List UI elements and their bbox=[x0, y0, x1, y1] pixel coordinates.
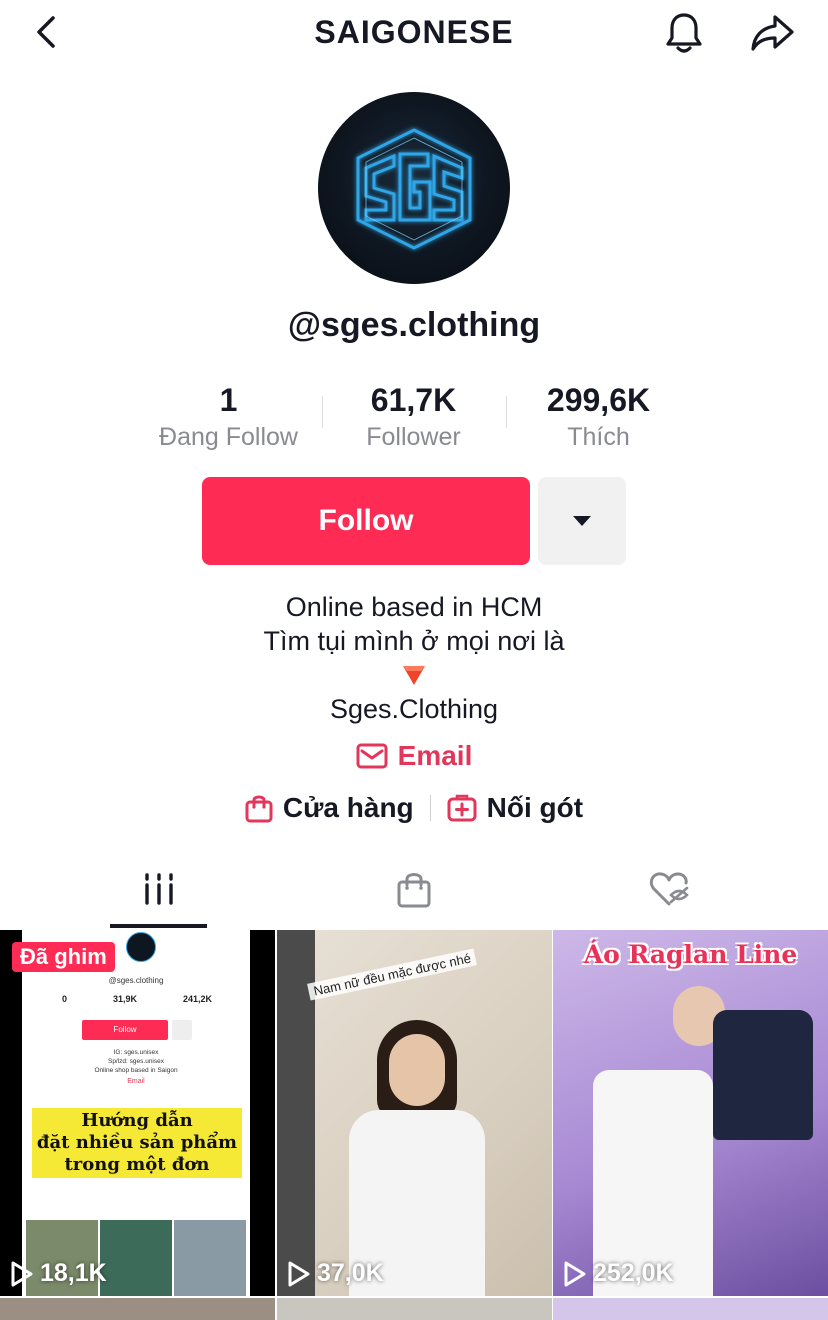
stat-value: 1 bbox=[219, 382, 238, 418]
stat-value: 299,6K bbox=[546, 382, 651, 418]
stat-label: Thích bbox=[567, 423, 630, 451]
link-divider bbox=[429, 795, 431, 821]
profile-username: @sges.clothing bbox=[287, 306, 541, 344]
inner-bio-line: Sp/lzd: sges.unisex bbox=[107, 1058, 164, 1065]
profile-tabs bbox=[0, 850, 828, 928]
caption-line: đặt nhiều sản phẩm bbox=[36, 1132, 238, 1153]
tab-shop[interactable] bbox=[276, 850, 552, 928]
view-count: 37,0K bbox=[287, 1259, 384, 1288]
profile-stats: 1 Đang Follow 61,7K Follower 299,6K Thíc… bbox=[136, 378, 692, 458]
shop-link[interactable]: Cửa hàng bbox=[245, 792, 414, 824]
caret-down-icon bbox=[573, 516, 591, 526]
follow-button[interactable]: Follow bbox=[202, 477, 530, 565]
view-count-value: 18,1K bbox=[40, 1259, 107, 1287]
add-square-icon bbox=[447, 794, 477, 822]
inner-username: @sges.clothing bbox=[108, 976, 164, 985]
video-thumbnail[interactable] bbox=[277, 1298, 552, 1320]
inner-stat: 241,2K bbox=[182, 994, 212, 1004]
view-count: 18,1K bbox=[10, 1259, 107, 1288]
shop-label: Cửa hàng bbox=[282, 792, 414, 823]
thumb-image bbox=[174, 1220, 246, 1296]
hidden-heart-icon bbox=[649, 872, 689, 906]
video-grid: @sges.clothing 0 31,9K 241,2K Follow IG:… bbox=[0, 930, 828, 1320]
stat-likes[interactable]: 299,6K Thích bbox=[506, 378, 691, 458]
view-count: 252,0K bbox=[563, 1259, 674, 1288]
bio-line: Online based in HCM bbox=[285, 592, 543, 622]
inner-bio: IG: sges.unisex Sp/lzd: sges.unisex Onli… bbox=[22, 1048, 250, 1075]
pinned-badge: Đã ghim bbox=[12, 942, 115, 972]
stat-followers[interactable]: 61,7K Follower bbox=[321, 378, 506, 458]
mail-icon bbox=[356, 743, 388, 769]
caption-line: Hướng dẫn bbox=[81, 1110, 193, 1131]
inner-more-button bbox=[172, 1020, 192, 1040]
caption-box: Hướng dẫn đặt nhiều sản phẩm trong một đ… bbox=[32, 1108, 242, 1178]
grid-icon bbox=[145, 873, 173, 905]
active-tab-indicator bbox=[110, 924, 207, 928]
view-count-value: 37,0K bbox=[317, 1259, 384, 1287]
caption-line: trong một đơn bbox=[64, 1154, 210, 1175]
black-shirt bbox=[713, 1010, 813, 1140]
inner-stat: 31,9K bbox=[112, 994, 137, 1004]
thumb-image bbox=[100, 1220, 172, 1296]
inner-bio-line: Online shop based in Saigon bbox=[94, 1067, 178, 1074]
video-thumbnail[interactable] bbox=[553, 1298, 828, 1320]
noigot-link[interactable]: Nối gót bbox=[447, 792, 583, 824]
stat-following[interactable]: 1 Đang Follow bbox=[136, 378, 321, 458]
video-thumbnail[interactable]: Áo Raglan Line 252,0K bbox=[553, 930, 828, 1296]
inner-stats: 0 31,9K 241,2K bbox=[62, 994, 212, 1004]
share-button[interactable] bbox=[748, 10, 796, 56]
email-label: Email bbox=[397, 740, 473, 771]
stat-divider bbox=[506, 396, 507, 428]
inner-email: Email bbox=[127, 1078, 145, 1085]
video-caption: Nam nữ đều mặc được nhé bbox=[307, 948, 478, 1001]
video-thumbnail[interactable]: @sges.clothing 0 31,9K 241,2K Follow IG:… bbox=[0, 930, 275, 1296]
inner-stat: 0 bbox=[62, 994, 68, 1004]
top-bar: SAIGONESE bbox=[0, 0, 828, 64]
sges-logo bbox=[356, 128, 472, 250]
play-icon bbox=[288, 1261, 310, 1286]
screenshot-preview: @sges.clothing 0 31,9K 241,2K Follow IG:… bbox=[22, 930, 250, 1296]
tab-liked[interactable] bbox=[532, 850, 808, 928]
video-thumbnail[interactable] bbox=[0, 1298, 275, 1320]
bio-line: Tìm tụi mình ở mọi nơi là bbox=[263, 626, 565, 656]
view-count-value: 252,0K bbox=[593, 1259, 674, 1287]
down-triangle-emoji bbox=[0, 658, 828, 692]
notification-button[interactable] bbox=[660, 10, 708, 56]
video-thumbnail[interactable]: Nam nữ đều mặc được nhé 37,0K bbox=[277, 930, 552, 1296]
inner-bio-line: IG: sges.unisex bbox=[113, 1049, 159, 1056]
inner-follow-button: Follow bbox=[82, 1020, 168, 1040]
tab-videos[interactable] bbox=[21, 850, 297, 928]
person-face bbox=[389, 1034, 445, 1106]
noigot-label: Nối gót bbox=[486, 792, 584, 823]
profile-links: Cửa hàng Nối gót bbox=[0, 788, 828, 828]
email-link[interactable]: Email bbox=[0, 740, 828, 772]
stat-label: Đang Follow bbox=[159, 423, 298, 451]
play-icon bbox=[11, 1261, 33, 1286]
shopping-bag-icon bbox=[245, 795, 273, 823]
profile-bio: Online based in HCM Tìm tụi mình ở mọi n… bbox=[0, 590, 828, 726]
avatar[interactable] bbox=[318, 92, 510, 284]
bell-icon bbox=[666, 13, 702, 53]
stat-value: 61,7K bbox=[370, 382, 457, 418]
stat-label: Follower bbox=[366, 423, 461, 451]
stat-divider bbox=[322, 396, 323, 428]
mini-avatar bbox=[126, 932, 156, 962]
share-arrow-icon bbox=[751, 15, 794, 51]
play-icon bbox=[564, 1261, 586, 1286]
video-caption: Áo Raglan Line bbox=[583, 940, 798, 969]
shopping-bag-icon bbox=[397, 873, 431, 908]
bio-line: Sges.Clothing bbox=[329, 694, 499, 724]
suggested-accounts-button[interactable] bbox=[538, 477, 626, 565]
